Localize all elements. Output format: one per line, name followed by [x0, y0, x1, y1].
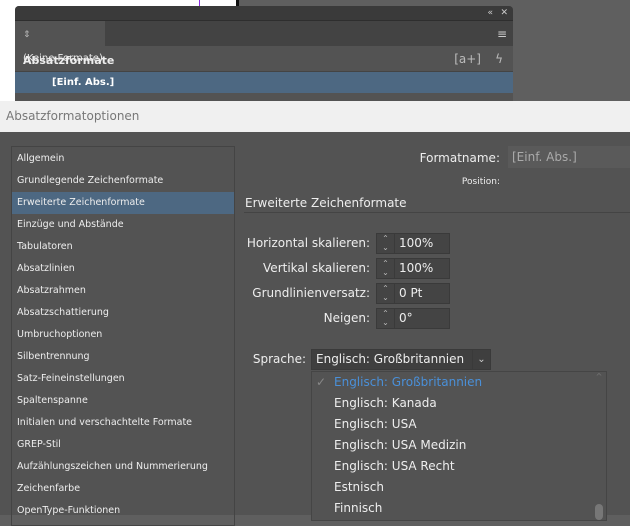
language-option[interactable]: Englisch: Kanada — [312, 393, 606, 414]
sidebar-item[interactable]: Umbruchoptionen — [12, 324, 234, 346]
sidebar-item[interactable]: Satz-Feineinstellungen — [12, 368, 234, 390]
collapse-icon[interactable]: « — [487, 6, 493, 20]
field-value: 100% — [399, 236, 434, 250]
language-option[interactable]: Englisch: USA — [312, 414, 606, 435]
sidebar-item[interactable]: Absatzlinien — [12, 258, 234, 280]
spinner-field[interactable]: ⌃ ⌄ 0° — [376, 308, 450, 329]
sidebar-item[interactable]: Grundlegende Zeichenformate — [12, 170, 234, 192]
scrollbar[interactable]: ^ — [593, 372, 605, 520]
divider — [244, 212, 630, 213]
lightning-icon[interactable]: ϟ — [495, 46, 503, 72]
field-label: Grundlinienversatz: — [252, 286, 370, 300]
stepper-arrows-icon[interactable]: ⌃ ⌄ — [377, 259, 395, 278]
sidebar-item[interactable]: Initialen und verschachtelte Formate — [12, 412, 234, 434]
formatname-label: Formatname: — [419, 151, 500, 165]
panel-menu-icon[interactable]: ≡ — [497, 27, 507, 41]
language-option[interactable]: ✓ Englisch: Großbritannien — [312, 372, 606, 393]
dialog-title: Absatzformatoptionen — [0, 101, 630, 132]
sidebar-item[interactable]: Spaltenspanne — [12, 390, 234, 412]
field-label: Neigen: — [323, 311, 370, 325]
field-label: Vertikal skalieren: — [263, 261, 370, 275]
spinner-field[interactable]: ⌃ ⌄ 100% — [376, 233, 450, 254]
spinner-field[interactable]: ⌃ ⌄ 100% — [376, 258, 450, 279]
sidebar-item[interactable]: Tabulatoren — [12, 236, 234, 258]
sidebar-item[interactable]: Einzüge und Abstände — [12, 214, 234, 236]
sidebar-item[interactable]: OpenType-Funktionen — [12, 500, 234, 522]
dialog-body: Allgemein Grundlegende Zeichenformate Erwe… — [0, 132, 630, 526]
section-title: Erweiterte Zeichenformate — [245, 196, 407, 210]
paragraph-styles-panel: « ✕ ⇕ Absatzformate ≡ (Keine Formate) [a… — [15, 6, 513, 106]
language-option[interactable]: Englisch: USA Recht — [312, 456, 606, 477]
category-list: Allgemein Grundlegende Zeichenformate Erwe… — [11, 146, 235, 526]
sidebar-item[interactable]: Absatzschattierung — [12, 302, 234, 324]
field-value: 0 Pt — [399, 286, 423, 300]
language-select[interactable]: Englisch: Großbritannien ⌄ — [311, 349, 491, 370]
check-icon: ✓ — [316, 375, 327, 389]
sidebar-item[interactable]: Silbentrennung — [12, 346, 234, 368]
option-label: Englisch: Kanada — [334, 396, 437, 410]
list-item-selected[interactable]: [Einf. Abs.] — [15, 72, 513, 93]
field-value: 0° — [399, 311, 413, 325]
field-label: Horizontal skalieren: — [246, 236, 370, 250]
language-dropdown: ✓ Englisch: Großbritannien Englisch: Kanad… — [311, 371, 607, 521]
language-option[interactable]: Englisch: USA Medizin — [312, 435, 606, 456]
list-item[interactable]: (Keine Formate) [a+] ϟ — [15, 46, 513, 72]
spinner-field[interactable]: ⌃ ⌄ 0 Pt — [376, 283, 450, 304]
language-option[interactable]: Finnisch — [312, 498, 606, 519]
sidebar-item[interactable]: GREP-Stil — [12, 434, 234, 456]
language-option[interactable]: Estnisch — [312, 477, 606, 498]
option-label: Estnisch — [334, 480, 384, 494]
scroll-up-icon[interactable]: ^ — [593, 372, 605, 381]
stepper-arrows-icon[interactable]: ⌃ ⌄ — [377, 234, 395, 253]
stepper-arrows-icon[interactable]: ⌃ ⌄ — [377, 284, 395, 303]
sidebar-item[interactable]: Erweiterte Zeichenformate — [12, 192, 234, 214]
formatname-field[interactable]: [Einf. Abs.] — [508, 146, 630, 168]
list-item-label: (Keine Formate) — [23, 53, 103, 64]
panel-header: « ✕ — [15, 6, 513, 20]
stepper-arrows-icon[interactable]: ⌃ ⌄ — [377, 309, 395, 328]
new-style-icon[interactable]: [a+] — [454, 46, 481, 72]
option-label: Englisch: USA Recht — [334, 459, 455, 473]
scrollbar-thumb[interactable] — [595, 504, 603, 520]
sidebar-item[interactable]: Absatzrahmen — [12, 280, 234, 302]
option-label: Finnisch — [334, 501, 383, 515]
sidebar-item[interactable]: Allgemein — [12, 148, 234, 170]
sidebar-item[interactable]: Aufzählungszeichen und Nummerierung — [12, 456, 234, 478]
language-select-value: Englisch: Großbritannien — [316, 352, 465, 366]
option-label: Englisch: Großbritannien — [334, 375, 483, 389]
close-icon[interactable]: ✕ — [500, 6, 508, 20]
option-label: Englisch: USA — [334, 417, 417, 431]
tab-absatzformate[interactable]: ⇕ Absatzformate — [15, 21, 114, 67]
sidebar-item[interactable]: Zeichenfarbe — [12, 478, 234, 500]
position-label: Position: — [461, 177, 500, 187]
option-label: Englisch: USA Medizin — [334, 438, 467, 452]
chevron-down-icon[interactable]: ⌄ — [472, 350, 490, 369]
language-label: Sprache: — [252, 352, 306, 366]
field-value: 100% — [399, 261, 434, 275]
